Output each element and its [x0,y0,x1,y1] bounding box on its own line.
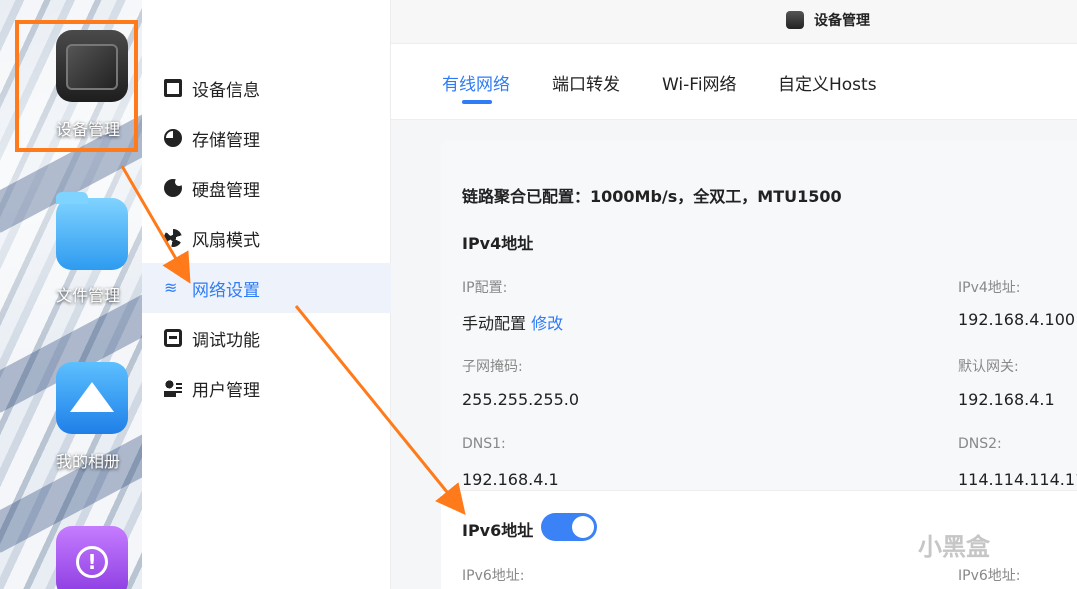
sidebar-item-label: 用户管理 [192,380,260,401]
ipv6-toggle[interactable] [541,513,597,541]
sidebar-item-fan[interactable]: 风扇模式 [142,213,391,263]
tab-port-forwarding[interactable]: 端口转发 [552,70,620,95]
default-gateway-value: 192.168.4.1 [958,390,1055,409]
link-status-text: 链路聚合已配置：1000Mb/s，全双工，MTU1500 [462,187,842,206]
sidebar-item-label: 硬盘管理 [192,180,260,201]
disk-icon [164,178,183,197]
photos-icon[interactable] [56,362,128,434]
ip-config-value-row: 手动配置 修改 [462,310,563,334]
tab-bar: 有线网络 端口转发 Wi-Fi网络 自定义Hosts [391,44,1077,120]
subnet-mask-value: 255.255.255.0 [462,390,580,409]
annotation-highlight-box [15,20,138,152]
sidebar-item-network[interactable]: ≋ 网络设置 [142,263,391,313]
active-tab-indicator [462,100,492,104]
debug-icon [164,329,182,347]
sidebar-item-users[interactable]: 用户管理 [142,363,391,413]
ip-config-value: 手动配置 [462,314,527,333]
sidebar-item-label: 设备信息 [192,80,260,101]
ipv4-section: 链路聚合已配置：1000Mb/s，全双工，MTU1500 IPv4地址 IP配置… [441,140,1077,490]
dns1-value: 192.168.4.1 [462,470,559,489]
sidebar-item-label: 网络设置 [192,280,260,301]
sidebar-item-label: 风扇模式 [192,230,260,251]
fan-icon [164,229,182,247]
sidebar: 设备信息 存储管理 硬盘管理 风扇模式 ≋ 网络设置 调试功能 用户管理 [142,0,391,589]
users-icon [164,379,182,397]
watermark-text: 小黑盒 [918,533,990,561]
dns2-label: DNS2: [958,436,1002,452]
tab-wired-network[interactable]: 有线网络 [442,70,510,95]
tab-custom-hosts[interactable]: 自定义Hosts [778,70,877,95]
device-info-icon [164,79,182,97]
sidebar-item-label: 存储管理 [192,130,260,151]
toggle-knob [572,516,594,538]
device-manager-app-icon [786,11,804,29]
desktop-label-photos: 我的相册 [56,452,121,471]
desktop-background: 设备管理 文件管理 我的相册 ! [0,0,142,589]
ip-config-label: IP配置: [462,280,508,296]
window-titlebar: 设备管理 [391,0,1077,44]
help-icon[interactable]: ! [56,526,128,589]
dns2-value: 114.114.114.114 [958,470,1077,489]
ipv4-title: IPv4地址 [462,234,534,253]
ipv6-address-label: IPv6地址: [462,568,525,584]
window-title: 设备管理 [786,10,870,30]
desktop-label-files: 文件管理 [56,286,121,305]
sidebar-item-debug[interactable]: 调试功能 [142,313,391,363]
network-card: 链路聚合已配置：1000Mb/s，全双工，MTU1500 IPv4地址 IP配置… [441,140,1077,589]
main-content: 链路聚合已配置：1000Mb/s，全双工，MTU1500 IPv4地址 IP配置… [391,120,1077,589]
window-title-text: 设备管理 [814,13,870,29]
default-gateway-label: 默认网关: [958,359,1019,375]
network-icon: ≋ [164,278,178,297]
sidebar-item-storage[interactable]: 存储管理 [142,113,391,163]
storage-pie-icon [164,129,182,147]
sidebar-item-disk[interactable]: 硬盘管理 [142,163,391,213]
ipv4-address-label: IPv4地址: [958,280,1021,296]
tab-wifi-network[interactable]: Wi-Fi网络 [662,70,737,95]
ipv6-address-label-right: IPv6地址: [958,568,1021,584]
sidebar-item-device-info[interactable]: 设备信息 [142,63,391,113]
subnet-mask-label: 子网掩码: [462,359,523,375]
folder-icon[interactable] [56,192,128,270]
ipv6-title: IPv6地址 [462,521,534,540]
dns1-label: DNS1: [462,436,506,452]
ipv4-address-value: 192.168.4.100 [958,310,1076,329]
sidebar-item-label: 调试功能 [192,330,260,351]
ip-config-edit-link[interactable]: 修改 [531,314,563,333]
